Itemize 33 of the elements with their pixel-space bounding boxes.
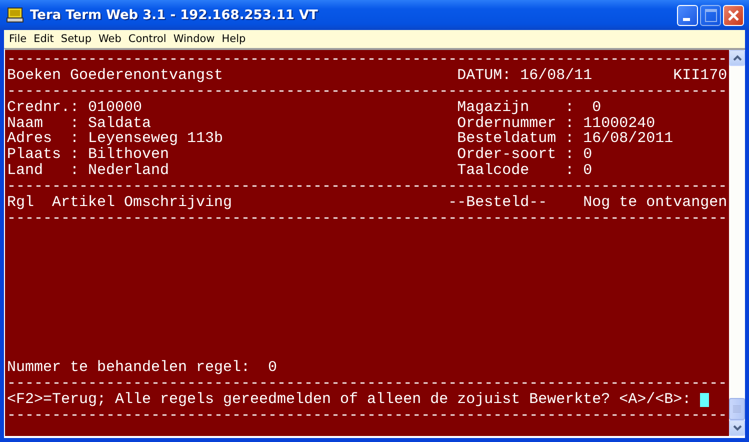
terminal-line: Boeken Goederenontvangst DATUM: 16/08/11 KII170	[7, 68, 728, 84]
chevron-up-icon	[732, 55, 742, 61]
terminal-line: --------------------------------------------------------------------------------	[7, 84, 728, 100]
terminal-line: Nummer te behandelen regel: 0	[7, 360, 278, 376]
scroll-down-button[interactable]	[729, 420, 745, 436]
menu-item[interactable]: Help	[218, 33, 250, 45]
terminal-line: --------------------------------------------------------------------------------	[7, 376, 728, 392]
close-icon	[727, 8, 740, 22]
menu-item[interactable]: Setup	[58, 33, 96, 45]
menu-item[interactable]: Control	[125, 33, 170, 45]
terminal-line: --------------------------------------------------------------------------------	[7, 408, 728, 424]
terminal-line: Rgl Artikel Omschrijving --Besteld-- Nog te ontvangen	[7, 195, 728, 211]
terminal-line: --------------------------------------------------------------------------------	[7, 179, 728, 196]
terminal-line: --------------------------------------------------------------------------------	[7, 210, 728, 227]
terminal-line: Adres : Leyenseweg 113b Besteldatum : 16/08/2011	[7, 131, 674, 148]
menu-item[interactable]: Window	[170, 33, 219, 45]
scroll-up-button[interactable]	[729, 50, 745, 66]
menu-item[interactable]: Edit	[30, 33, 58, 45]
chevron-down-icon	[732, 425, 742, 431]
menu-item[interactable]: File	[6, 33, 31, 45]
terminal-line: --------------------------------------------------------------------------------	[7, 52, 728, 68]
terminal-line: Plaats : Bilthoven Order-soort : 0	[7, 147, 592, 164]
minimize-button[interactable]	[677, 4, 698, 26]
terminal-line: Land : Nederland Taalcode : 0	[7, 163, 592, 180]
terminal-line: <F2>=Terug; Alle regels gereedmelden of alleen de zojuist Bewerkte? <A>/<B>:	[7, 392, 692, 408]
close-button[interactable]	[723, 4, 744, 26]
window-title: Tera Term Web 3.1 - 192.168.253.11 VT	[30, 8, 319, 22]
terminal-line: Crednr.: 010000 Magazijn : 0	[7, 100, 602, 116]
scroll-thumb[interactable]	[729, 398, 745, 420]
terminal-line: Naam : Saldata Ordernummer : 11000240	[7, 116, 656, 132]
terminal-icon	[6, 7, 24, 23]
scrollbar[interactable]	[729, 50, 745, 436]
menu-item[interactable]: Web	[95, 33, 126, 45]
